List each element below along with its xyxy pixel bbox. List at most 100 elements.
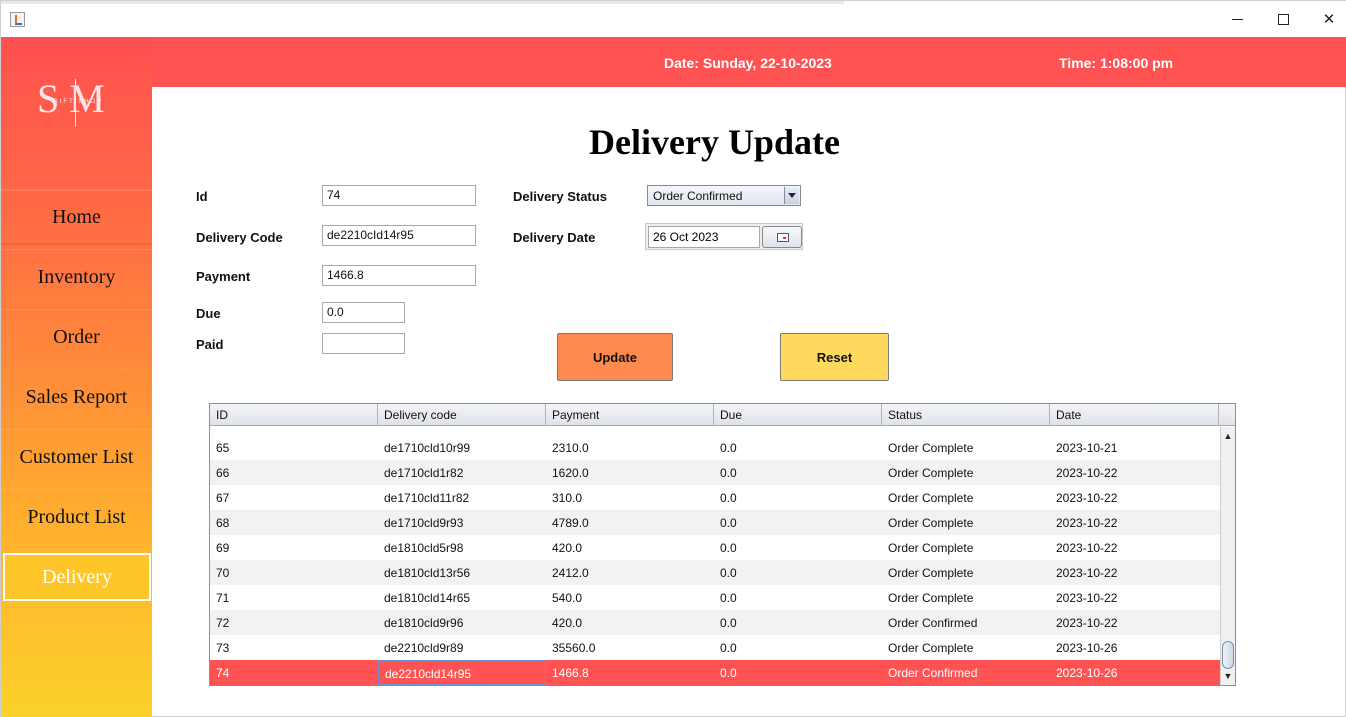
cell-due: 0.0 <box>720 441 737 455</box>
current-date: Date: Sunday, 22-10-2023 <box>664 55 832 71</box>
delivery-date-field[interactable]: 26 Oct 2023 <box>648 226 760 248</box>
minimize-button[interactable] <box>1214 1 1260 37</box>
table-row[interactable]: 70 de1810cld13r56 2412.0 0.0 Order Compl… <box>210 560 1220 585</box>
cell-status: Order Confirmed <box>888 666 978 680</box>
delivery-date-label: Delivery Date <box>513 230 596 245</box>
cell-status: Order Complete <box>888 591 974 605</box>
scroll-up-icon[interactable]: ▲ <box>1221 429 1235 443</box>
cell-status: Order Complete <box>888 541 974 555</box>
sidebar-item-order[interactable]: Order <box>1 309 152 365</box>
table-row[interactable]: 72 de1810cld9r96 420.0 0.0 Order Confirm… <box>210 610 1220 635</box>
delivery-status-label: Delivery Status <box>513 189 607 204</box>
column-header-delivery-code[interactable]: Delivery code <box>378 404 546 426</box>
cell-due: 0.0 <box>720 516 737 530</box>
cell-id: 65 <box>216 441 230 455</box>
java-app-icon <box>10 12 25 27</box>
cell-delivery-code: de1810cld13r56 <box>384 566 471 580</box>
cell-status: Order Complete <box>888 566 974 580</box>
logo-subtitle: GIFT SHOP <box>53 99 104 105</box>
cell-delivery-code: de1710cld10r99 <box>384 441 471 455</box>
payment-field[interactable]: 1466.8 <box>322 265 476 286</box>
table-row-selected[interactable]: 74 de2210cld14r95 1466.8 0.0 Order Confi… <box>210 660 1220 685</box>
column-header-date[interactable]: Date <box>1050 404 1219 426</box>
table-row[interactable]: 71 de1810cld14r65 540.0 0.0 Order Comple… <box>210 585 1220 610</box>
cell-due: 0.0 <box>720 666 737 680</box>
reset-button[interactable]: Reset <box>780 333 889 381</box>
cell-delivery-code: de2210cld9r89 <box>384 641 464 655</box>
id-label: Id <box>196 189 208 204</box>
cell-id: 66 <box>216 466 230 480</box>
cell-id: 73 <box>216 641 230 655</box>
cell-payment: 540.0 <box>552 591 583 605</box>
table-row[interactable]: 66 de1710cld1r82 1620.0 0.0 Order Comple… <box>210 460 1220 485</box>
due-field[interactable]: 0.0 <box>322 302 405 323</box>
cell-date: 2023-10-22 <box>1056 566 1118 580</box>
page-title: Delivery Update <box>589 122 840 162</box>
cell-id: 71 <box>216 591 230 605</box>
cell-payment: 2412.0 <box>552 566 589 580</box>
sidebar-item-home[interactable]: Home <box>1 189 152 245</box>
maximize-button[interactable] <box>1260 1 1306 37</box>
chevron-down-icon[interactable] <box>784 187 799 204</box>
sidebar-item-sales-report[interactable]: Sales Report <box>1 369 152 425</box>
column-header-id[interactable]: ID <box>210 404 378 426</box>
cell-status: Order Complete <box>888 441 974 455</box>
cell-id: 74 <box>216 666 230 680</box>
cell-due: 0.0 <box>720 566 737 580</box>
cell-delivery-code: de2210cld14r95 <box>378 660 546 685</box>
table-header: ID Delivery code Payment Due Status Date <box>210 404 1235 426</box>
paid-field[interactable] <box>322 333 405 354</box>
table-scrollbar[interactable]: ▲ ▼ <box>1220 427 1235 685</box>
close-icon: ✕ <box>1322 10 1336 28</box>
cell-delivery-code: de1710cld11r82 <box>384 491 470 505</box>
cell-id: 70 <box>216 566 230 580</box>
scroll-down-icon[interactable]: ▼ <box>1221 669 1235 683</box>
cell-payment: 420.0 <box>552 616 583 630</box>
scroll-thumb[interactable] <box>1222 641 1234 669</box>
table-row[interactable]: 69 de1810cld5r98 420.0 0.0 Order Complet… <box>210 535 1220 560</box>
cell-payment: 1466.8 <box>552 666 589 680</box>
cell-payment: 1620.0 <box>552 466 589 480</box>
sidebar-item-product-list[interactable]: Product List <box>1 489 152 545</box>
cell-status: Order Confirmed <box>888 616 978 630</box>
cell-payment: 310.0 <box>552 491 583 505</box>
table-row[interactable]: 65 de1710cld10r99 2310.0 0.0 Order Compl… <box>210 435 1220 460</box>
table-body: 65 de1710cld10r99 2310.0 0.0 Order Compl… <box>210 427 1220 685</box>
id-field[interactable]: 74 <box>322 185 476 206</box>
delivery-code-field[interactable]: de2210cId14r95 <box>322 225 476 246</box>
update-button[interactable]: Update <box>557 333 673 381</box>
cell-date: 2023-10-22 <box>1056 616 1118 630</box>
cell-date: 2023-10-22 <box>1056 491 1118 505</box>
delivery-date-picker: 26 Oct 2023 <box>645 223 803 250</box>
cell-id: 67 <box>216 491 230 505</box>
column-header-status[interactable]: Status <box>882 404 1050 426</box>
cell-delivery-code: de1810cld9r96 <box>384 616 464 630</box>
sidebar-item-inventory[interactable]: Inventory <box>1 249 152 305</box>
column-header-due[interactable]: Due <box>714 404 882 426</box>
sidebar-item-customer-list[interactable]: Customer List <box>1 429 152 485</box>
table-row[interactable]: 68 de1710cld9r93 4789.0 0.0 Order Comple… <box>210 510 1220 535</box>
column-header-payment[interactable]: Payment <box>546 404 714 426</box>
sidebar-item-delivery[interactable]: Delivery <box>3 553 151 601</box>
cell-payment: 420.0 <box>552 541 583 555</box>
cell-id: 69 <box>216 541 230 555</box>
header-bar: Date: Sunday, 22-10-2023 Time: 1:08:00 p… <box>1 37 1346 87</box>
cell-status: Order Complete <box>888 491 974 505</box>
app-window: ✕ Date: Sunday, 22-10-2023 Time: 1:08:00… <box>0 0 1346 717</box>
cell-id: 72 <box>216 616 230 630</box>
calendar-button[interactable] <box>762 226 802 248</box>
delivery-table: ID Delivery code Payment Due Status Date… <box>209 403 1236 686</box>
cell-delivery-code: de1810cld14r65 <box>384 591 471 605</box>
close-button[interactable]: ✕ <box>1306 1 1346 37</box>
maximize-icon <box>1277 13 1289 25</box>
cell-date: 2023-10-21 <box>1056 441 1118 455</box>
gift-shop-logo: SM GIFT SHOP <box>37 79 117 127</box>
paid-label: Paid <box>196 337 224 352</box>
cell-due: 0.0 <box>720 491 737 505</box>
table-row[interactable]: 73 de2210cld9r89 35560.0 0.0 Order Compl… <box>210 635 1220 660</box>
cell-delivery-code: de1710cld9r93 <box>384 516 464 530</box>
table-row[interactable]: 67 de1710cld11r82 310.0 0.0 Order Comple… <box>210 485 1220 510</box>
current-time: Time: 1:08:00 pm <box>1059 55 1174 71</box>
delivery-status-select[interactable]: Order Confirmed <box>647 185 801 206</box>
due-label: Due <box>196 306 221 321</box>
